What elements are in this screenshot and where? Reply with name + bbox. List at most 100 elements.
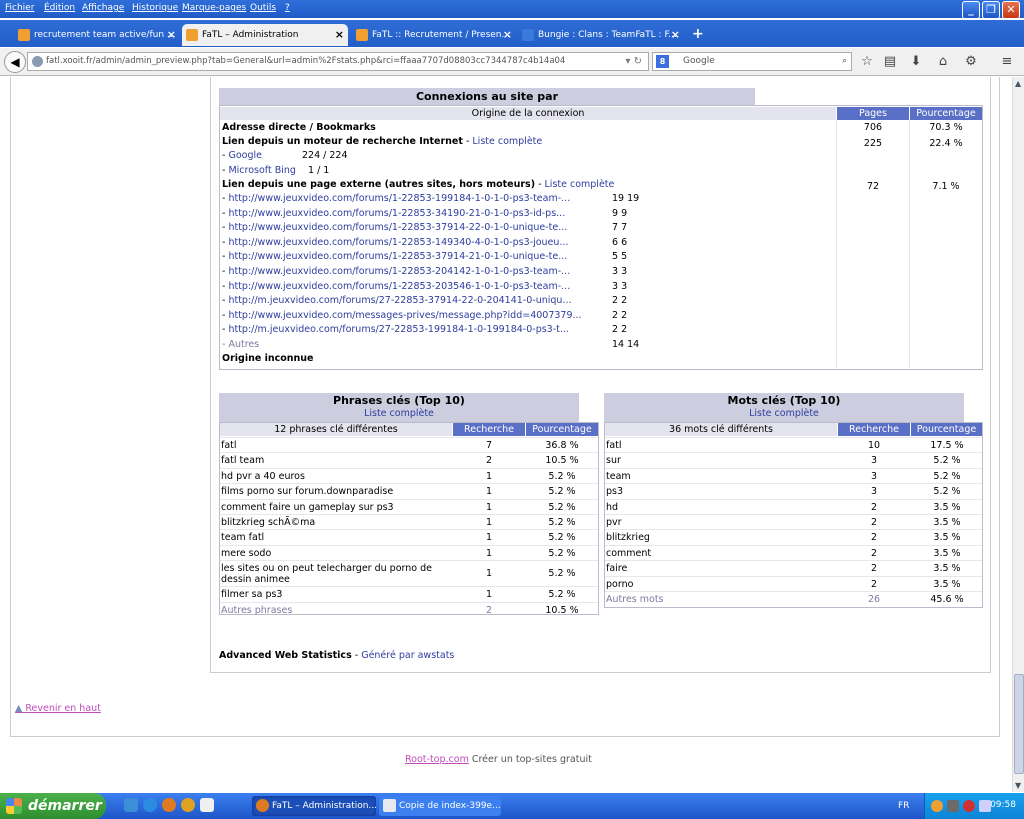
close-tab-icon[interactable]: × [335, 24, 344, 46]
keyword-cell: fatl team [221, 455, 265, 467]
search-icon[interactable]: ⌕ [842, 53, 847, 70]
awstats-link[interactable]: Généré par awstats [361, 650, 454, 661]
search-count-cell: 3 [870, 470, 878, 482]
bookmarks-list-icon[interactable]: ▤ [881, 53, 899, 71]
close-window-icon[interactable]: ✕ [1002, 1, 1020, 19]
percent-cell: 3.5 % [933, 532, 961, 544]
menu-edition[interactable]: Édition [44, 3, 75, 13]
back-arrow-icon[interactable]: ◀ [4, 51, 26, 73]
clock: 09:58 [990, 800, 1016, 810]
others-row: Autres phrases 2 10.5 % [220, 601, 598, 617]
external-url-link[interactable]: http://m.jeuxvideo.com/forums/27-22853-3… [228, 295, 571, 306]
tab-bungie-clans[interactable]: Bungie : Clans : TeamFaTL : F... × [518, 24, 684, 46]
media-icon[interactable] [181, 798, 195, 812]
network-icon[interactable] [947, 800, 959, 812]
external-link-row: - http://m.jeuxvideo.com/forums/27-22853… [222, 295, 572, 307]
start-button[interactable]: démarrer [0, 793, 106, 819]
scroll-down-icon[interactable]: ▼ [1015, 781, 1021, 790]
menu-hamburger-icon[interactable]: ≡ [998, 53, 1016, 71]
engine-google-link[interactable]: Google [228, 150, 262, 161]
minimize-icon[interactable]: _ [962, 1, 980, 19]
external-url-link[interactable]: http://www.jeuxvideo.com/forums/1-22853-… [228, 193, 570, 204]
search-count-cell: 1 [485, 532, 493, 544]
keyword-row: les sites ou on peut telecharger du porn… [220, 560, 598, 586]
tab-recrutement[interactable]: recrutement team active/fun ... × [14, 24, 180, 46]
menu-outils[interactable]: Outils [250, 3, 276, 13]
keyword-cell: fatl [606, 440, 622, 451]
language-indicator[interactable]: FR [898, 801, 909, 811]
home-icon[interactable]: ⌂ [934, 53, 952, 71]
download-icon[interactable]: ⬇ [907, 53, 925, 71]
menu-historique[interactable]: Historique [132, 3, 178, 13]
search-bar[interactable]: 8 Google ⌕ [652, 52, 852, 71]
task-fatl-admin[interactable]: FaTL – Administration... [252, 796, 376, 816]
scroll-up-icon[interactable]: ▲ [1015, 79, 1023, 89]
percent-cell: 3.5 % [933, 501, 961, 513]
ie-icon[interactable] [143, 798, 157, 812]
phrases-title: Phrases clés (Top 10) [333, 394, 465, 407]
tab-favicon-icon [18, 29, 30, 41]
phrases-col-percent: Pourcentage [526, 423, 598, 436]
search-count-cell: 1 [485, 589, 493, 601]
task-copie-index[interactable]: Copie de index-399e... [379, 796, 501, 816]
external-link-row: - http://m.jeuxvideo.com/forums/27-22853… [222, 324, 569, 336]
menu-fichier[interactable]: Fichier [5, 3, 34, 13]
scroll-thumb[interactable] [1014, 674, 1024, 774]
external-url-link[interactable]: http://m.jeuxvideo.com/forums/27-22853-1… [228, 324, 569, 335]
percent-cell: 10.5 % [545, 604, 579, 616]
keyword-cell: sur [606, 455, 621, 467]
menu-help[interactable]: ? [285, 3, 290, 13]
search-count-cell: 3 [870, 455, 878, 467]
addon-icon[interactable]: ⚙ [962, 53, 980, 71]
direct-percent: 70.3 % [929, 122, 963, 133]
roottop-link[interactable]: Root-top.com [405, 754, 469, 765]
engine-bing-link[interactable]: Microsoft Bing [228, 165, 295, 176]
tab-fatl-recrutement[interactable]: FaTL :: Recrutement / Presen... × [352, 24, 516, 46]
vertical-scrollbar[interactable]: ▲ ▼ [1012, 77, 1024, 792]
url-bar[interactable]: fatl.xooit.fr/admin/admin_preview.php?ta… [27, 52, 649, 71]
col-origin-header: Origine de la connexion [220, 107, 836, 120]
bookmark-star-icon[interactable]: ☆ [858, 53, 876, 71]
keyword-cell: Autres mots [606, 594, 664, 605]
tab-favicon-icon [186, 29, 198, 41]
col-percent-header: Pourcentage [910, 107, 982, 120]
engines-full-list-link[interactable]: Liste complète [472, 136, 542, 147]
close-tab-icon[interactable]: × [503, 24, 512, 46]
tab-fatl-administration[interactable]: FaTL – Administration × [182, 24, 348, 46]
notepad-icon [383, 799, 396, 812]
external-url-link[interactable]: http://www.jeuxvideo.com/forums/1-22853-… [228, 237, 568, 248]
tray-app-icon[interactable] [931, 800, 943, 812]
external-url-link[interactable]: http://www.jeuxvideo.com/forums/1-22853-… [228, 222, 567, 233]
menu-marque-pages[interactable]: Marque-pages [182, 3, 246, 13]
back-to-top-link[interactable]: ▲ Revenir en haut [15, 703, 101, 714]
keyword-cell: pvr [606, 517, 622, 528]
firefox-icon[interactable] [162, 798, 176, 812]
external-url-link[interactable]: http://www.jeuxvideo.com/forums/1-22853-… [228, 251, 567, 262]
keyword-row: hd pvr a 40 euros 1 5.2 % [220, 467, 598, 483]
engine-bing-row: - Microsoft Bing 1 / 1 [222, 165, 330, 176]
external-url-link[interactable]: http://www.jeuxvideo.com/forums/1-22853-… [228, 281, 570, 292]
mots-full-list-link[interactable]: Liste complète [604, 408, 964, 419]
mots-header: Mots clés (Top 10) Liste complète [604, 393, 964, 422]
phrases-full-list-link[interactable]: Liste complète [219, 408, 579, 419]
external-url-count: 5 5 [612, 251, 628, 263]
external-link-row: - http://www.jeuxvideo.com/forums/1-2285… [222, 266, 571, 277]
window-icon[interactable] [200, 798, 214, 812]
external-url-count: 3 3 [612, 280, 628, 292]
restore-icon[interactable]: ❐ [982, 1, 1000, 19]
external-url-link[interactable]: http://www.jeuxvideo.com/messages-prives… [228, 310, 581, 321]
search-count-cell: 2 [870, 517, 878, 528]
keyword-cell: films porno sur forum.downparadise [221, 486, 394, 498]
percent-cell: 3.5 % [933, 563, 961, 575]
menu-affichage[interactable]: Affichage [82, 3, 124, 13]
show-desktop-icon[interactable] [124, 798, 138, 812]
tab-bar: recrutement team active/fun ... × FaTL –… [0, 20, 1024, 47]
security-icon[interactable] [963, 800, 975, 812]
external-url-link[interactable]: http://www.jeuxvideo.com/forums/1-22853-… [228, 208, 565, 219]
external-url-link[interactable]: http://www.jeuxvideo.com/forums/1-22853-… [228, 266, 570, 277]
close-tab-icon[interactable]: × [671, 24, 680, 46]
reload-icon[interactable]: ▾ ↻ [625, 53, 642, 70]
new-tab-icon[interactable]: + [692, 26, 704, 42]
external-full-list-link[interactable]: Liste complète [545, 179, 615, 190]
close-tab-icon[interactable]: × [167, 24, 176, 46]
